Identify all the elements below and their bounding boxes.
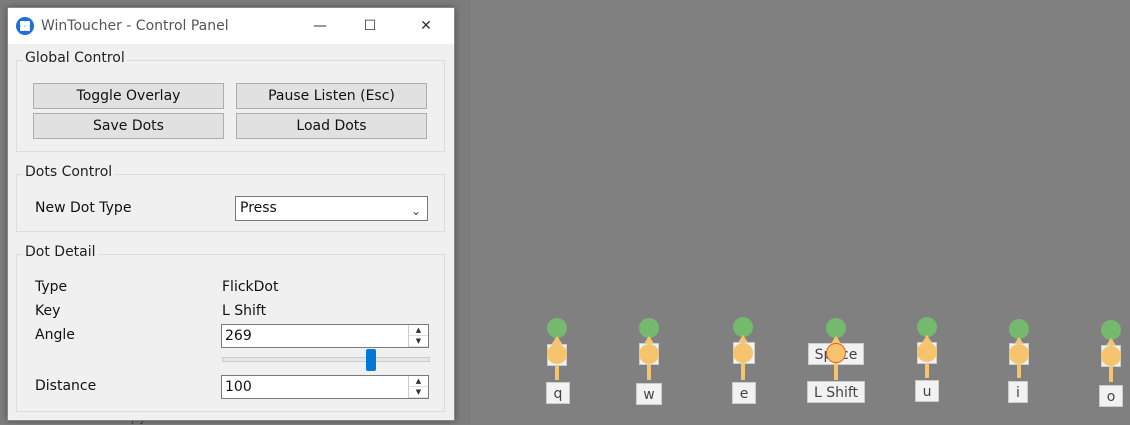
pause-listen-button[interactable]: Pause Listen (Esc) <box>236 83 427 109</box>
new-dot-type-label: New Dot Type <box>35 200 132 216</box>
angle-label: Angle <box>35 327 75 343</box>
angle-slider-track[interactable] <box>222 357 430 362</box>
angle-value: 269 <box>225 328 252 344</box>
angle-slider-thumb[interactable] <box>366 349 376 371</box>
key-label-w[interactable]: w <box>636 383 662 405</box>
press-dot[interactable] <box>1009 344 1029 364</box>
key-label: Key <box>35 303 61 319</box>
flick-target-dot[interactable] <box>1009 319 1029 339</box>
flick-target-dot[interactable] <box>547 318 567 338</box>
app-icon <box>16 17 34 35</box>
angle-down-icon[interactable]: ▼ <box>409 336 428 347</box>
flick-target-dot[interactable] <box>733 317 753 337</box>
key-label-e[interactable]: e <box>732 382 756 404</box>
angle-spinbox[interactable]: 269 ▲ ▼ <box>221 324 429 348</box>
key-label-u[interactable]: u <box>915 380 939 402</box>
distance-label: Distance <box>35 378 97 394</box>
control-panel-window[interactable]: WinToucher - Control Panel — ☐ ✕ Global … <box>7 7 455 421</box>
key-label-i[interactable]: i <box>1008 381 1028 403</box>
maximize-button[interactable]: ☐ <box>348 8 392 44</box>
key-label-o[interactable]: o <box>1099 385 1123 407</box>
type-value: FlickDot <box>222 279 279 295</box>
title-bar[interactable]: WinToucher - Control Panel — ☐ ✕ <box>8 8 454 44</box>
press-dot[interactable] <box>917 342 937 362</box>
key-label-q[interactable]: q <box>546 382 570 404</box>
press-dot[interactable] <box>639 344 659 364</box>
window-title: WinToucher - Control Panel <box>41 18 229 34</box>
key-label-lshift[interactable]: L Shift <box>807 381 865 403</box>
press-dot[interactable] <box>547 344 567 364</box>
flick-target-dot[interactable] <box>1101 320 1121 340</box>
dot-detail-label: Dot Detail <box>23 244 98 260</box>
save-dots-button[interactable]: Save Dots <box>33 113 224 139</box>
selected-press-dot[interactable] <box>826 343 846 363</box>
flick-target-dot[interactable] <box>826 318 846 338</box>
distance-up-icon[interactable]: ▲ <box>409 376 428 387</box>
press-dot[interactable] <box>1101 346 1121 366</box>
distance-down-icon[interactable]: ▼ <box>409 387 428 398</box>
global-control-label: Global Control <box>23 50 127 66</box>
flick-target-dot[interactable] <box>917 317 937 337</box>
type-label: Type <box>35 279 68 295</box>
load-dots-button[interactable]: Load Dots <box>236 113 427 139</box>
key-value: L Shift <box>222 303 267 319</box>
minimize-button[interactable]: — <box>298 8 342 44</box>
flick-target-dot[interactable] <box>639 318 659 338</box>
distance-spinbox[interactable]: 100 ▲ ▼ <box>221 375 429 399</box>
new-dot-type-value: Press <box>240 200 277 216</box>
press-dot[interactable] <box>733 343 753 363</box>
chevron-down-icon: ⌄ <box>410 204 421 218</box>
distance-value: 100 <box>225 379 252 395</box>
dots-control-label: Dots Control <box>23 164 115 180</box>
close-button[interactable]: ✕ <box>404 8 448 44</box>
angle-up-icon[interactable]: ▲ <box>409 325 428 336</box>
toggle-overlay-button[interactable]: Toggle Overlay <box>33 83 224 109</box>
new-dot-type-select[interactable]: Press ⌄ <box>235 196 428 221</box>
